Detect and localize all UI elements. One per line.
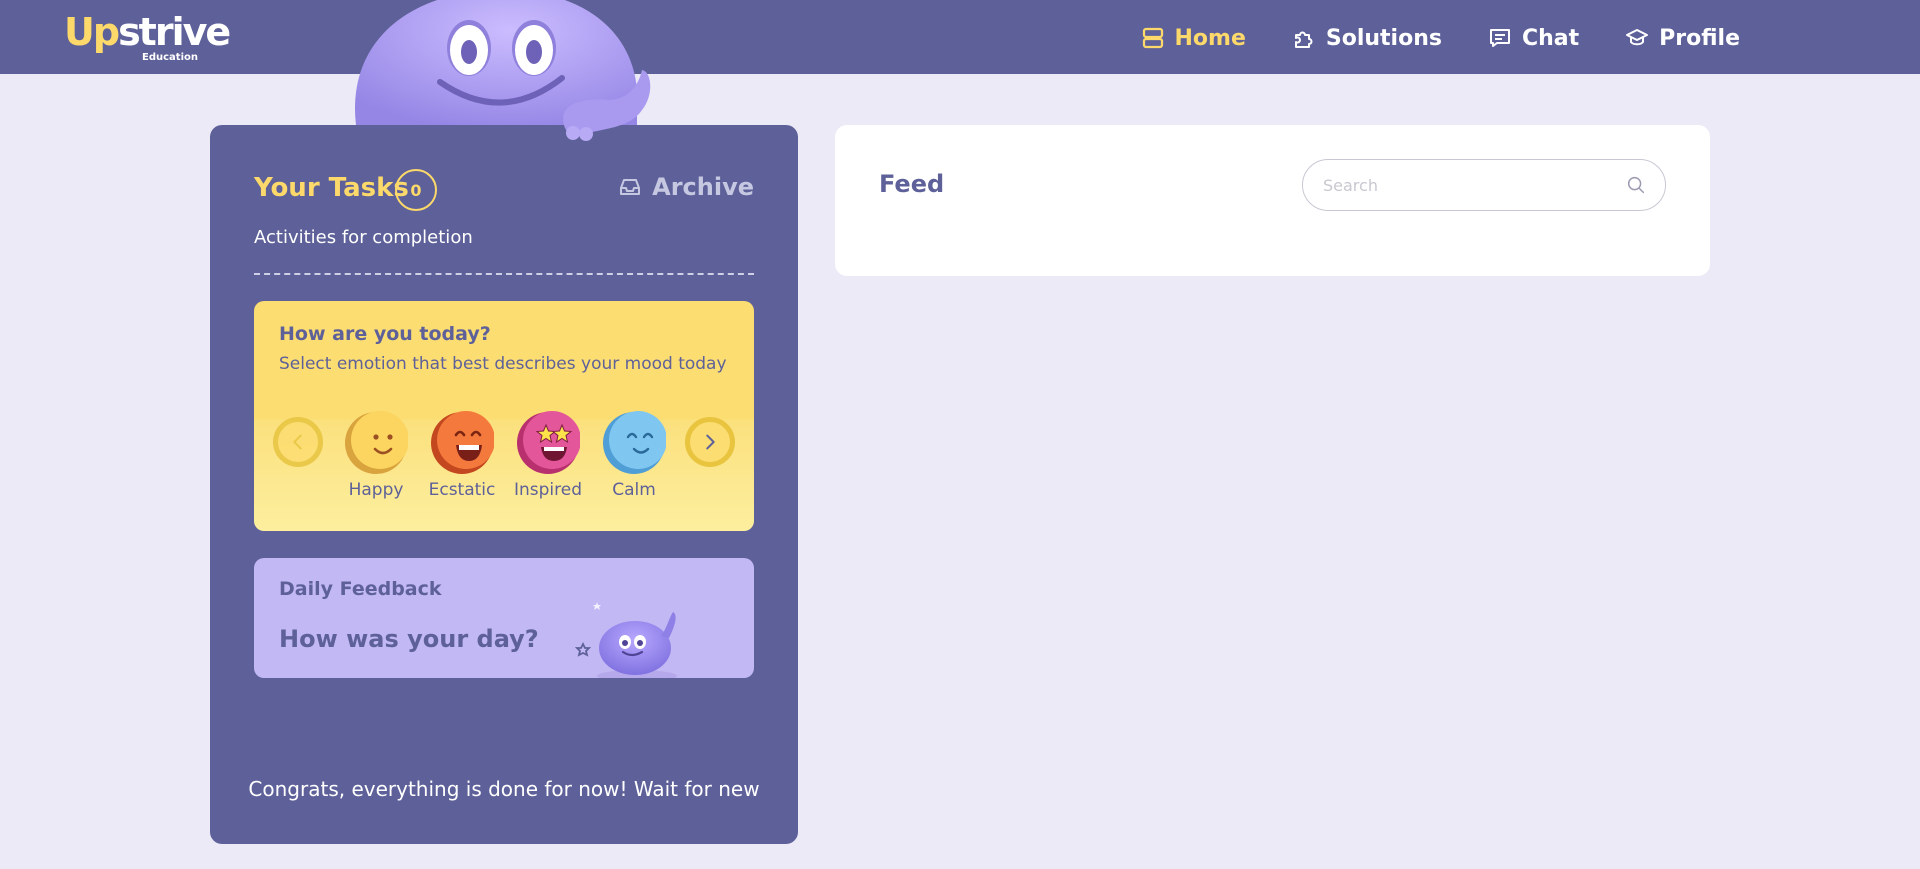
puzzle-icon [1294,31,1313,48]
tasks-subtitle: Activities for completion [254,227,473,248]
mood-subtitle: Select emotion that best describes your … [279,354,727,374]
home-icon [1142,27,1163,49]
emotion-happy[interactable]: Happy [336,411,416,500]
tasks-title: Your Tasks [254,173,409,203]
emotion-inspired-label: Inspired [513,480,583,500]
logo-wordmark: Up strive [64,10,231,54]
dashed-divider [254,273,754,275]
feed-search-box[interactable] [1302,159,1666,211]
mood-card: How are you today? Select emotion that b… [254,301,754,531]
nav-chat[interactable]: Chat [1488,20,1579,56]
nav-chat-label: Chat [1521,25,1580,51]
feed-panel: Feed [835,125,1710,276]
mascot-blob-illustration [574,602,677,678]
nav-home-label: Home [1174,25,1246,51]
archive-label: Archive [652,173,754,201]
daily-feedback-card[interactable]: Daily Feedback How was your day? [254,558,754,678]
mood-prev-button[interactable] [273,417,323,467]
emotion-happy-label: Happy [348,480,404,500]
archive-button[interactable]: Archive [618,173,754,201]
tasks-panel: Your Tasks 0 Archive Activities for comp… [210,125,798,844]
logo-subtitle: Education [142,52,198,63]
tasks-count-badge: 0 [395,169,437,211]
inbox-icon [620,179,641,195]
chevron-right-icon [706,434,715,450]
search-icon[interactable] [1625,174,1647,196]
search-input[interactable] [1323,172,1613,198]
feedback-title: How was your day? [279,625,539,653]
emotion-calm[interactable]: Calm [594,411,674,500]
happy-face-icon [345,411,408,474]
logo-up-text: Up [64,10,120,54]
nav-profile[interactable]: Profile [1625,20,1740,56]
star-eyes-face-icon [517,411,580,474]
mood-next-button[interactable] [685,417,735,467]
main-nav: Home Solutions Chat Profile [1141,20,1740,56]
congrats-message: Congrats, everything is done for now! Wa… [248,777,760,801]
calm-face-icon [603,411,666,474]
upstrive-logo[interactable]: Up strive Education [64,10,231,63]
chat-icon [1489,29,1510,47]
chevron-left-icon [293,434,302,450]
emotion-calm-label: Calm [612,480,656,500]
feedback-label: Daily Feedback [279,578,442,600]
emotion-ecstatic[interactable]: Ecstatic [422,411,502,500]
emotion-inspired[interactable]: Inspired [508,411,588,500]
feed-title: Feed [879,170,945,198]
nav-profile-label: Profile [1659,25,1740,51]
mood-title: How are you today? [279,323,491,345]
emotion-ecstatic-label: Ecstatic [428,480,496,500]
nav-solutions[interactable]: Solutions [1292,20,1442,56]
mascot-illustration [355,0,651,141]
ecstatic-face-icon [431,411,494,474]
top-navigation-bar: Up strive Education Home Solutions Chat P… [0,0,1920,74]
logo-strive-text: strive [118,10,231,54]
graduation-cap-icon [1626,29,1649,46]
nav-home[interactable]: Home [1141,20,1246,56]
nav-solutions-label: Solutions [1325,25,1442,51]
